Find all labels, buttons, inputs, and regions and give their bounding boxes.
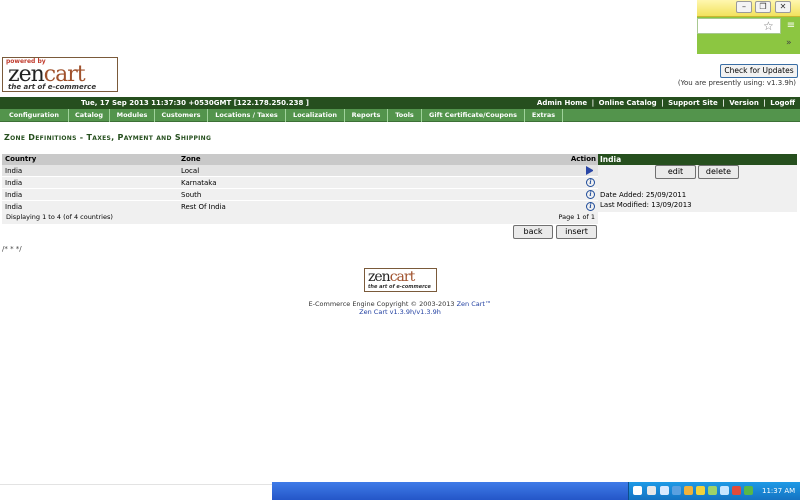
nav-localization[interactable]: Localization <box>286 109 345 122</box>
zone-column-header: Zone <box>181 155 201 163</box>
selected-arrow-icon <box>586 166 595 175</box>
footer-version-link[interactable]: Zen Cart v1.3.9h/v1.3.9h <box>0 308 800 316</box>
footer-logo: zencart the art of e-commerce <box>364 268 437 292</box>
delete-button[interactable]: delete <box>698 165 739 179</box>
logoff-link[interactable]: Logoff <box>769 99 796 107</box>
action-column-header: Action <box>570 155 596 163</box>
info-icon[interactable]: i <box>586 178 595 187</box>
zen-cart-link[interactable]: Zen Cart™ <box>457 300 492 308</box>
header-links: Admin Home | Online Catalog | Support Si… <box>536 97 796 109</box>
server-datetime: Tue, 17 Sep 2013 11:37:30 +0530GMT [122.… <box>81 99 309 107</box>
minimize-button[interactable]: – <box>736 1 752 13</box>
update-icon[interactable] <box>672 486 681 495</box>
alert-icon[interactable] <box>732 486 741 495</box>
online-catalog-link[interactable]: Online Catalog <box>598 99 658 107</box>
restore-button[interactable]: ❐ <box>755 1 771 13</box>
side-box-title: India <box>598 154 797 165</box>
table-row[interactable]: India Local <box>2 165 598 177</box>
country-cell: India <box>5 191 23 199</box>
page-title: Zone Definitions - Taxes, Payment and Sh… <box>4 133 212 142</box>
admin-nav-bar: Configuration Catalog Modules Customers … <box>0 109 800 122</box>
link-separator: | <box>763 99 766 107</box>
country-cell: India <box>5 167 23 175</box>
zone-cell: Local <box>181 167 200 175</box>
version-link[interactable]: Version <box>728 99 760 107</box>
table-row[interactable]: India Karnataka i <box>2 177 598 189</box>
stray-comment-text: /* * */ <box>2 245 22 253</box>
copyright-line: E-Commerce Engine Copyright © 2003-2013 … <box>0 300 800 308</box>
nav-customers[interactable]: Customers <box>155 109 208 122</box>
last-modified: Last Modified: 13/09/2013 <box>600 201 692 209</box>
battery-icon[interactable] <box>708 486 717 495</box>
taskbar-clock[interactable]: 11:37 AM <box>762 485 795 497</box>
table-footer: Displaying 1 to 4 (of 4 countries) Page … <box>2 211 598 224</box>
zone-cell: South <box>181 191 202 199</box>
security-shield-icon[interactable] <box>696 486 705 495</box>
logo-tagline: the art of e-commerce <box>8 83 97 91</box>
country-cell: India <box>5 179 23 187</box>
browser-titlebar: – ❐ ✕ <box>697 0 800 17</box>
network-icon[interactable] <box>647 486 656 495</box>
edit-button[interactable]: edit <box>655 165 696 179</box>
copyright-text: E-Commerce Engine Copyright © 2003-2013 <box>308 300 455 308</box>
footer-logo-tagline: the art of e-commerce <box>368 284 431 290</box>
antivirus-icon[interactable] <box>684 486 693 495</box>
link-separator: | <box>661 99 664 107</box>
nav-locations-taxes[interactable]: Locations / Taxes <box>208 109 286 122</box>
admin-home-link[interactable]: Admin Home <box>536 99 588 107</box>
nav-catalog[interactable]: Catalog <box>69 109 110 122</box>
table-row[interactable]: India South i <box>2 189 598 201</box>
info-icon[interactable]: i <box>586 190 595 199</box>
link-separator: | <box>722 99 725 107</box>
nav-modules[interactable]: Modules <box>110 109 155 122</box>
version-note: (You are presently using: v1.3.9h) <box>677 79 796 87</box>
zone-cell: Karnataka <box>181 179 217 187</box>
page-count: Page 1 of 1 <box>558 213 595 221</box>
browser-menu-icon[interactable]: ≡ <box>785 19 797 32</box>
support-site-link[interactable]: Support Site <box>667 99 719 107</box>
insert-button[interactable]: insert <box>556 225 597 239</box>
footer-logo-wordmark: zencart <box>368 269 415 285</box>
taskbar-left <box>0 484 272 500</box>
nav-configuration[interactable]: Configuration <box>0 109 69 122</box>
more-bookmarks-icon[interactable]: » <box>786 38 792 48</box>
info-icon[interactable]: i <box>586 202 595 211</box>
zen-cart-logo: powered by zencart the art of e-commerce <box>2 57 118 92</box>
close-window-button[interactable]: ✕ <box>775 1 791 13</box>
wifi-icon[interactable] <box>744 486 753 495</box>
nav-reports[interactable]: Reports <box>345 109 388 122</box>
volume-icon[interactable] <box>720 486 729 495</box>
country-column-header: Country <box>5 155 37 163</box>
table-header: Country Zone Action <box>2 154 598 165</box>
date-added: Date Added: 25/09/2011 <box>600 191 687 199</box>
back-button[interactable]: back <box>513 225 553 239</box>
displaying-count: Displaying 1 to 4 (of 4 countries) <box>6 213 113 221</box>
chrome-tray-icon[interactable] <box>660 486 669 495</box>
check-for-updates-button[interactable]: Check for Updates <box>720 64 798 78</box>
nav-extras[interactable]: Extras <box>525 109 563 122</box>
help-icon[interactable] <box>633 486 642 495</box>
taskbar <box>272 482 628 500</box>
nav-gift-certificates[interactable]: Gift Certificate/Coupons <box>422 109 525 122</box>
nav-tools[interactable]: Tools <box>388 109 422 122</box>
link-separator: | <box>591 99 595 107</box>
bookmark-star-icon[interactable]: ☆ <box>763 18 774 34</box>
admin-header-bar: Tue, 17 Sep 2013 11:37:30 +0530GMT [122.… <box>0 97 800 109</box>
